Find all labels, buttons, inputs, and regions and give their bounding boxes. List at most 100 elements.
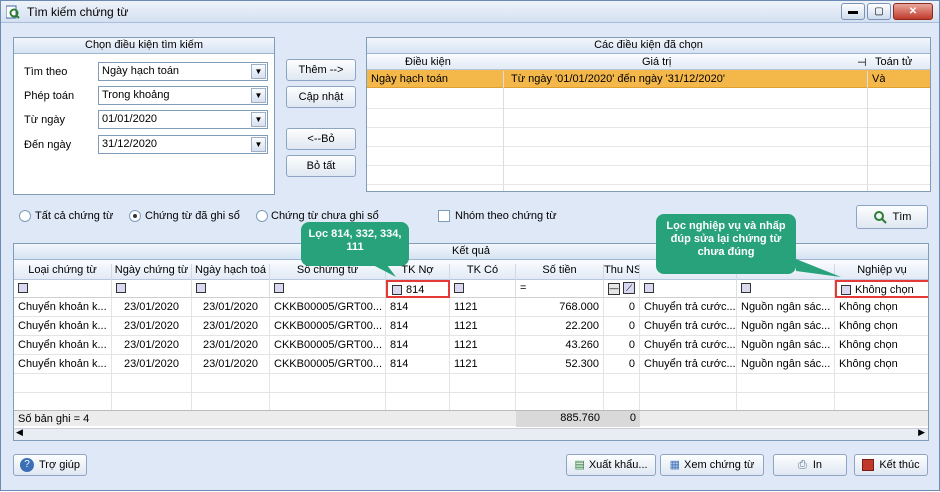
filter-edit-icon[interactable]: ⟋ xyxy=(623,282,636,294)
to-date-picker[interactable]: 31/12/2020 ▼ xyxy=(98,135,268,154)
debit-account-filter-value[interactable]: 814 xyxy=(406,284,424,296)
selected-conditions-panel: Các điều kiện đã chọn Điều kiện Giá trị … xyxy=(366,37,931,192)
filter-icon[interactable] xyxy=(196,283,206,294)
col-value[interactable]: Giá trị xyxy=(642,56,671,68)
table-cell: 1121 xyxy=(450,336,516,355)
col-condition[interactable]: Điều kiện xyxy=(405,56,451,68)
filter-icon[interactable] xyxy=(116,283,126,294)
col-voucher-no[interactable]: Số chứng từ xyxy=(270,264,386,280)
chevron-down-icon[interactable]: ▼ xyxy=(251,137,266,152)
filter-cell[interactable]: — ⟋ xyxy=(604,280,640,298)
update-condition-button[interactable]: Cập nhật xyxy=(286,86,356,108)
filter-icon[interactable] xyxy=(454,283,464,294)
filter-cell[interactable] xyxy=(450,280,516,298)
table-row[interactable]: Chuyển khoản k... 23/01/2020 23/01/2020 CKK… xyxy=(14,298,928,317)
operator-select[interactable]: Trong khoảng ▼ xyxy=(98,86,268,105)
find-by-select[interactable]: Ngày hạch toán ▼ xyxy=(98,62,268,81)
remove-condition-button[interactable]: <--Bỏ xyxy=(286,128,356,150)
table-cell: Chuyển trả cước... xyxy=(640,336,737,355)
filter-icon[interactable] xyxy=(392,285,402,296)
col-operator[interactable]: Toán tử xyxy=(875,56,912,68)
filter-cell[interactable] xyxy=(112,280,192,298)
unposted-vouchers-radio[interactable] xyxy=(256,210,268,222)
col-operation[interactable]: Nghiệp vụ xyxy=(835,264,928,280)
col-voucher-type[interactable]: Loại chứng từ xyxy=(14,264,112,280)
filter-cell[interactable]: 814 xyxy=(386,280,450,298)
table-cell: CKKB00005/GRT00... xyxy=(270,336,386,355)
filter-cell[interactable] xyxy=(192,280,270,298)
table-cell: 23/01/2020 xyxy=(112,355,192,374)
view-voucher-label: Xem chứng từ xyxy=(684,459,755,471)
from-date-label: Từ ngày xyxy=(24,114,65,126)
export-button[interactable]: ▤ Xuất khẩu... xyxy=(566,454,656,476)
title-bar: Tìm kiếm chứng từ ▬ ▢ ✕ xyxy=(1,1,939,23)
table-cell: 23/01/2020 xyxy=(192,298,270,317)
maximize-button[interactable]: ▢ xyxy=(867,3,891,20)
clear-conditions-button[interactable]: Bỏ tất xyxy=(286,155,356,177)
col-voucher-date[interactable]: Ngày chứng từ xyxy=(112,264,192,280)
filter-toggle-icon[interactable]: — xyxy=(608,283,620,295)
search-window-icon xyxy=(6,5,20,19)
condition-row[interactable]: Ngày hạch toán Từ ngày '01/01/2020' đến … xyxy=(367,70,930,88)
table-cell: Chuyển khoản k... xyxy=(14,298,112,317)
table-cell: Chuyển trả cước... xyxy=(640,317,737,336)
filter-cell[interactable] xyxy=(640,280,737,298)
print-button[interactable]: ⎙ In xyxy=(773,454,847,476)
filter-icon[interactable] xyxy=(841,285,851,296)
filter-icon[interactable] xyxy=(18,283,28,294)
col-state-revenue[interactable]: Thu NS xyxy=(604,264,640,280)
from-date-value: 01/01/2020 xyxy=(102,113,158,125)
table-cell: Không chọn xyxy=(835,336,928,355)
operation-filter-value[interactable]: Không chọn xyxy=(855,284,914,296)
posted-vouchers-radio[interactable] xyxy=(129,210,141,222)
table-cell: Không chọn xyxy=(835,317,928,336)
table-row[interactable]: Chuyển khoản k... 23/01/2020 23/01/2020 CKK… xyxy=(14,317,928,336)
col-credit-account[interactable]: TK Có xyxy=(450,264,516,280)
total-amount: 885.760 xyxy=(516,411,604,427)
equals-operator[interactable]: = xyxy=(520,282,526,294)
minimize-button[interactable]: ▬ xyxy=(841,3,865,20)
filter-cell[interactable] xyxy=(270,280,386,298)
scroll-left-icon[interactable]: ◀ xyxy=(16,427,23,438)
chevron-down-icon[interactable]: ▼ xyxy=(251,88,266,103)
table-row[interactable]: Chuyển khoản k... 23/01/2020 23/01/2020 CKK… xyxy=(14,355,928,374)
table-cell: 0 xyxy=(604,355,640,374)
document-icon: ▦ xyxy=(669,459,681,471)
help-button[interactable]: ? Trợ giúp xyxy=(13,454,87,476)
horizontal-scrollbar[interactable]: ◀ ▶ xyxy=(14,427,928,440)
group-by-voucher-label: Nhóm theo chứng từ xyxy=(455,210,557,222)
filter-icon[interactable] xyxy=(741,283,751,294)
col-amount[interactable]: Số tiền xyxy=(516,264,604,280)
chevron-down-icon[interactable]: ▼ xyxy=(251,112,266,127)
add-condition-button[interactable]: Thêm --> xyxy=(286,59,356,81)
table-cell: 1121 xyxy=(450,355,516,374)
scroll-right-icon[interactable]: ▶ xyxy=(918,427,925,438)
filter-cell[interactable] xyxy=(737,280,835,298)
col-posting-date[interactable]: Ngày hạch toá xyxy=(192,264,270,280)
table-cell: 23/01/2020 xyxy=(112,317,192,336)
close-button[interactable]: ✕ xyxy=(893,3,933,20)
search-label: Tìm xyxy=(892,211,912,223)
from-date-picker[interactable]: 01/01/2020 ▼ xyxy=(98,110,268,129)
filter-icon[interactable] xyxy=(644,283,654,294)
operator-label: Phép toán xyxy=(24,90,75,102)
search-button[interactable]: Tìm xyxy=(856,205,928,229)
table-row[interactable]: Chuyển khoản k... 23/01/2020 23/01/2020 CKK… xyxy=(14,336,928,355)
filter-cell[interactable] xyxy=(14,280,112,298)
posted-vouchers-label: Chứng từ đã ghi sổ xyxy=(145,210,240,222)
table-cell: 23/01/2020 xyxy=(192,336,270,355)
exit-button[interactable]: Kết thúc xyxy=(854,454,928,476)
pin-icon: ⊣ xyxy=(857,57,867,69)
all-vouchers-radio[interactable] xyxy=(19,210,31,222)
chevron-down-icon[interactable]: ▼ xyxy=(251,64,266,79)
view-voucher-button[interactable]: ▦ Xem chứng từ xyxy=(660,454,764,476)
filter-cell[interactable]: Không chọn xyxy=(835,280,928,298)
filter-icon[interactable] xyxy=(274,283,284,294)
find-by-label: Tìm theo xyxy=(24,66,68,78)
table-cell: 0 xyxy=(604,317,640,336)
table-cell: Chuyển khoản k... xyxy=(14,355,112,374)
exit-label: Kết thúc xyxy=(879,459,920,471)
filter-cell[interactable]: = xyxy=(516,280,604,298)
group-by-voucher-checkbox[interactable] xyxy=(438,210,450,222)
col-debit-account[interactable]: TK Nợ xyxy=(386,264,450,280)
